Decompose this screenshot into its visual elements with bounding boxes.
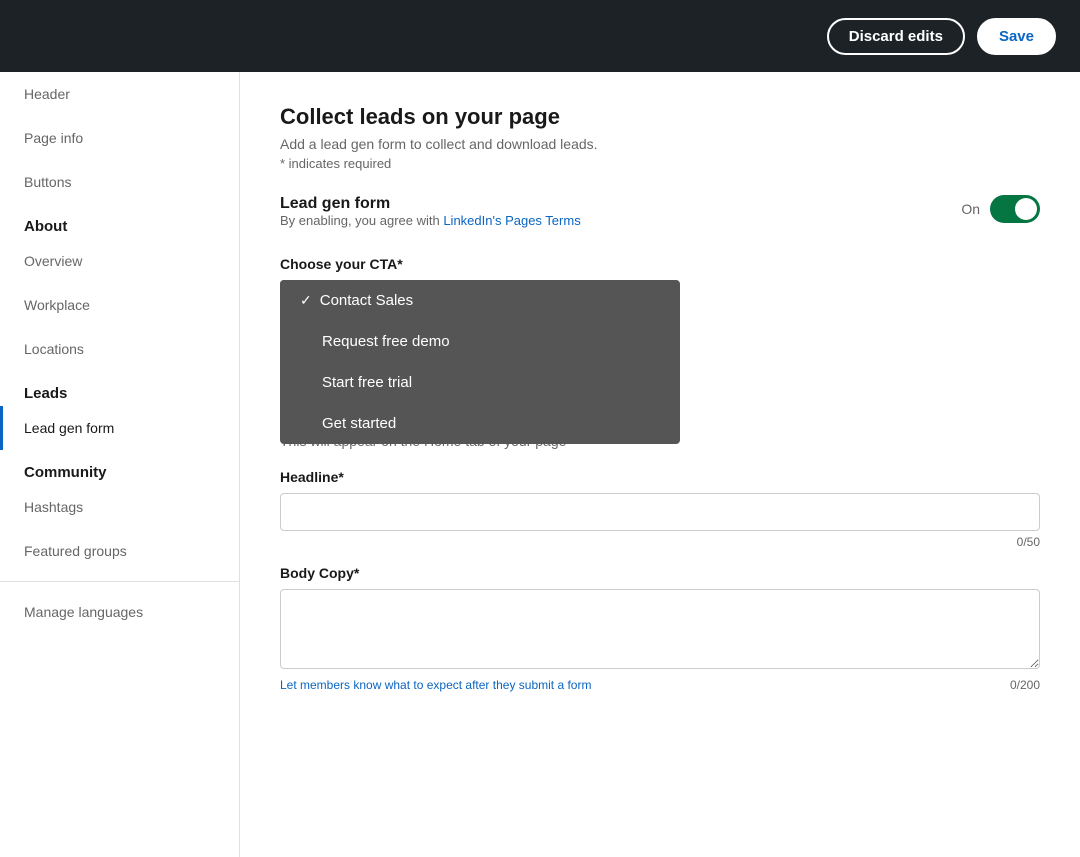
sidebar-section-community: Community [0, 450, 239, 485]
headline-label: Headline* [280, 469, 1040, 485]
cta-dropdown-menu: ✓ Contact Sales Request free demo Start … [280, 280, 680, 444]
dropdown-item-label: Get started [322, 415, 396, 432]
dropdown-item-get-started[interactable]: Get started [280, 403, 680, 444]
terms-link[interactable]: LinkedIn's Pages Terms [443, 213, 580, 228]
sidebar-item-page-info[interactable]: Page info [0, 116, 239, 160]
sidebar-section-leads: Leads [0, 371, 239, 406]
toggle-slider [990, 195, 1040, 223]
toggle-label: On [961, 201, 980, 217]
cta-dropdown-wrapper: Contact Sales ▼ ✓ Contact Sales Request … [280, 280, 480, 316]
headline-char-count: 0/50 [280, 535, 1040, 549]
body-copy-hint: Let members know what to expect after th… [280, 678, 591, 692]
dropdown-item-start-trial[interactable]: Start free trial [280, 362, 680, 403]
sidebar-item-overview[interactable]: Overview [0, 239, 239, 283]
lead-gen-toggle[interactable] [990, 195, 1040, 223]
discard-edits-button[interactable]: Discard edits [827, 18, 965, 55]
topbar: Discard edits Save [0, 0, 1080, 72]
terms-text: By enabling, you agree with LinkedIn's P… [280, 213, 581, 228]
sidebar-item-lead-gen-form[interactable]: Lead gen form [0, 406, 239, 450]
sidebar-item-workplace[interactable]: Workplace [0, 283, 239, 327]
checkmark-icon: ✓ [300, 292, 312, 309]
sidebar-item-manage-languages[interactable]: Manage languages [0, 590, 239, 634]
dropdown-item-label: Request free demo [322, 333, 450, 350]
sidebar-item-hashtags[interactable]: Hashtags [0, 485, 239, 529]
dropdown-item-request-demo[interactable]: Request free demo [280, 321, 680, 362]
page-title: Collect leads on your page [280, 104, 1040, 130]
terms-prefix: By enabling, you agree with [280, 213, 443, 228]
sidebar-item-header[interactable]: Header [0, 72, 239, 116]
page-subtitle: Add a lead gen form to collect and downl… [280, 136, 1040, 152]
hint-row: Let members know what to expect after th… [280, 678, 1040, 692]
lead-gen-form-row: Lead gen form By enabling, you agree wit… [280, 195, 1040, 248]
required-note: * indicates required [280, 156, 1040, 171]
headline-input[interactable] [280, 493, 1040, 531]
sidebar: Header Page info Buttons About Overview … [0, 72, 240, 857]
dropdown-item-label: Contact Sales [320, 292, 413, 309]
body-copy-input[interactable] [280, 589, 1040, 669]
cta-label: Choose your CTA* [280, 256, 1040, 272]
body-copy-char-count: 0/200 [1010, 678, 1040, 692]
sidebar-item-buttons[interactable]: Buttons [0, 160, 239, 204]
page-layout: Header Page info Buttons About Overview … [0, 72, 1080, 857]
sidebar-item-locations[interactable]: Locations [0, 327, 239, 371]
sidebar-item-featured-groups[interactable]: Featured groups [0, 529, 239, 573]
toggle-row: On [961, 195, 1040, 223]
body-copy-label: Body Copy* [280, 565, 1040, 581]
main-content: Collect leads on your page Add a lead ge… [240, 72, 1080, 857]
sidebar-section-about: About [0, 204, 239, 239]
dropdown-item-contact-sales[interactable]: ✓ Contact Sales [280, 280, 680, 321]
save-button[interactable]: Save [977, 18, 1056, 55]
lead-gen-form-label: Lead gen form [280, 195, 581, 213]
dropdown-item-label: Start free trial [322, 374, 412, 391]
